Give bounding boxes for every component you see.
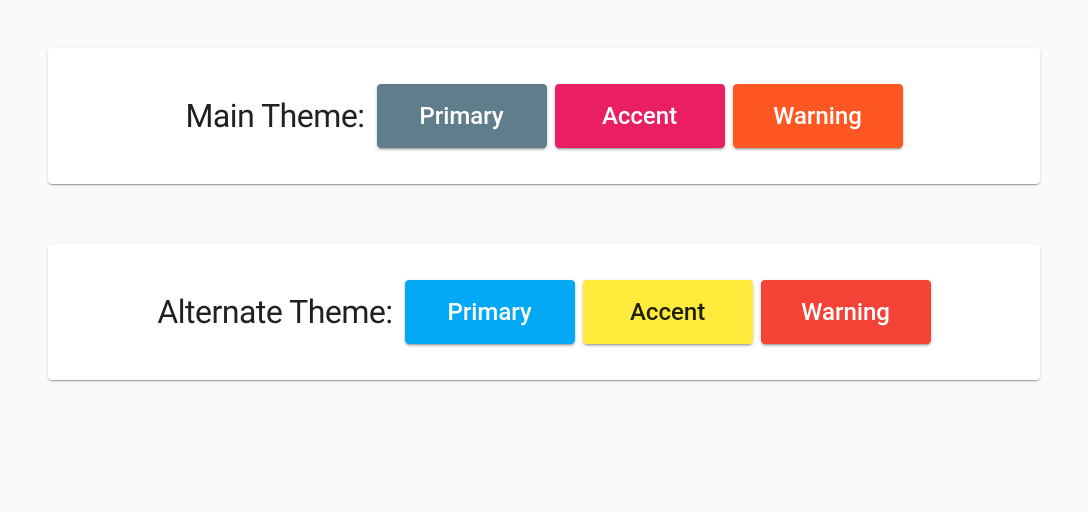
main-theme-card: Main Theme: Primary Accent Warning (48, 48, 1040, 184)
main-accent-button[interactable]: Accent (555, 84, 725, 148)
alt-primary-button[interactable]: Primary (405, 280, 575, 344)
alt-warning-button[interactable]: Warning (761, 280, 931, 344)
alternate-theme-card: Alternate Theme: Primary Accent Warning (48, 244, 1040, 380)
main-theme-label: Main Theme: (185, 97, 364, 135)
main-warning-button[interactable]: Warning (733, 84, 903, 148)
alt-accent-button[interactable]: Accent (583, 280, 753, 344)
main-primary-button[interactable]: Primary (377, 84, 547, 148)
alternate-theme-label: Alternate Theme: (157, 293, 392, 331)
